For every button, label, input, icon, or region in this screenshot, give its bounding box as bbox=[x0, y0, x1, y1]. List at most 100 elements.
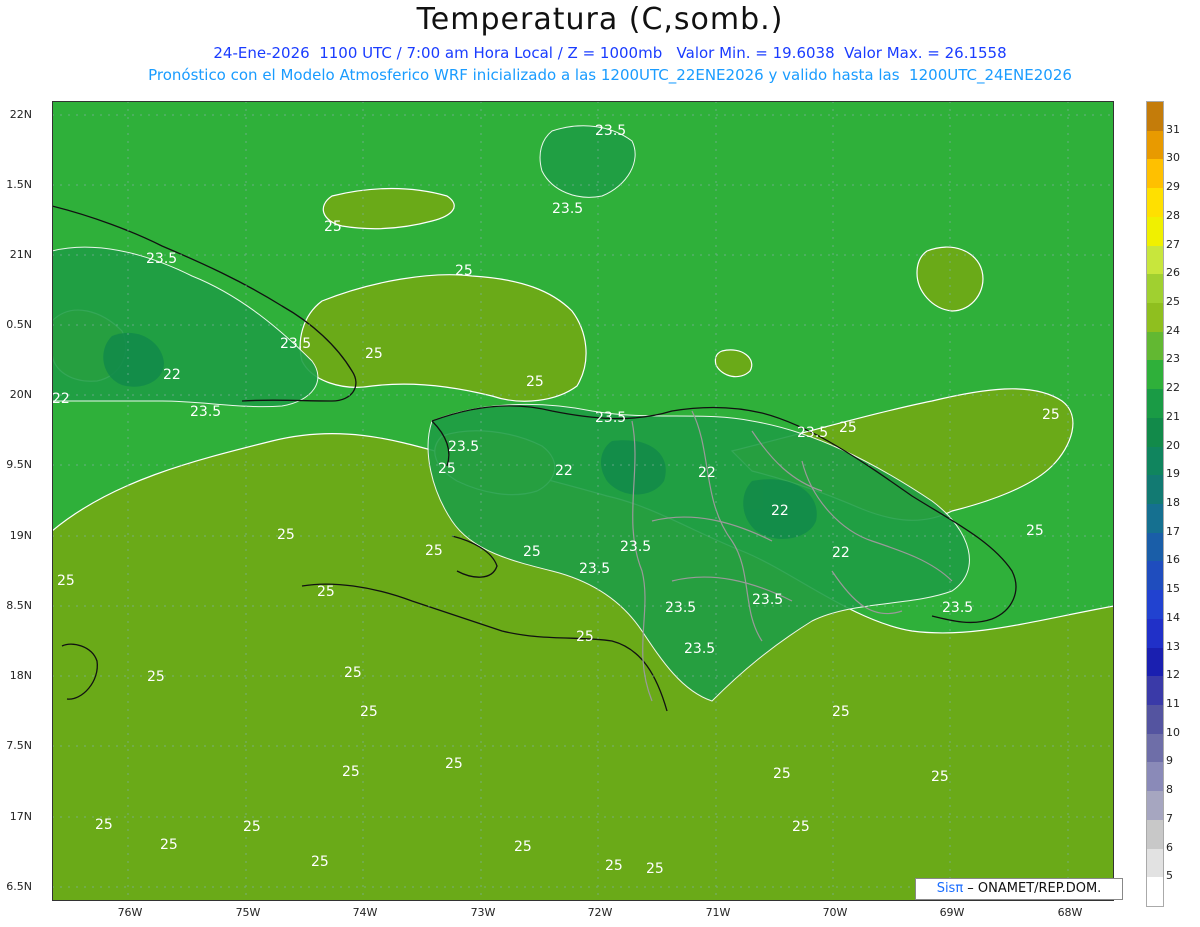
lat-label-17n: 17N bbox=[9, 810, 32, 823]
colorbar-segment bbox=[1147, 446, 1163, 476]
colorbar-label: 30 bbox=[1166, 151, 1180, 165]
contour-label: 25 bbox=[95, 817, 113, 833]
contour-label: 23.5 bbox=[146, 251, 177, 267]
contour-label: 25 bbox=[514, 839, 532, 855]
colorbar-segment bbox=[1147, 590, 1163, 620]
valid-time-line: 24-Ene-2026 1100 UTC / 7:00 am Hora Loca… bbox=[213, 44, 1007, 62]
contour-label: 25 bbox=[360, 704, 378, 720]
contour-label: 25 bbox=[576, 629, 594, 645]
lon-label-71w: 71W bbox=[705, 906, 731, 919]
lat-label-20-5n: 0.5N bbox=[6, 318, 32, 331]
colorbar-segment bbox=[1147, 819, 1163, 850]
lon-label-72w: 72W bbox=[587, 906, 613, 919]
contour-label: 25 bbox=[931, 769, 949, 785]
contour-label: 25 bbox=[646, 861, 664, 877]
contour-label: 25 bbox=[57, 573, 75, 589]
colorbar-label: 31 bbox=[1166, 122, 1180, 136]
colorbar-label: 9 bbox=[1166, 754, 1173, 768]
contour-label: 23.5 bbox=[595, 123, 626, 139]
colorbar-label: 29 bbox=[1166, 180, 1180, 194]
colorbar-segment bbox=[1147, 504, 1163, 534]
colorbar-label: 23 bbox=[1166, 352, 1180, 366]
contour-label: 25 bbox=[526, 374, 544, 390]
contour-label: 23.5 bbox=[665, 600, 696, 616]
colorbar-label: 26 bbox=[1166, 266, 1180, 280]
lat-label-18-5n: 8.5N bbox=[6, 599, 32, 612]
colorbar-label: 24 bbox=[1166, 323, 1180, 337]
contour-label: 22 bbox=[163, 367, 181, 383]
colorbar-segment bbox=[1147, 331, 1163, 361]
colorbar-label: 10 bbox=[1166, 725, 1180, 739]
lon-label-69w: 69W bbox=[939, 906, 965, 919]
map-title: Temperatura (C,somb.) bbox=[416, 2, 784, 37]
lon-label-73w: 73W bbox=[470, 906, 496, 919]
contour-label: 25 bbox=[839, 420, 857, 436]
contour-label: 23.5 bbox=[942, 600, 973, 616]
colorbar-label: 14 bbox=[1166, 610, 1180, 624]
colorbar-label: 5 bbox=[1166, 869, 1173, 883]
contour-label: 22 bbox=[698, 465, 716, 481]
colorbar-label: 15 bbox=[1166, 582, 1180, 596]
lat-label-16-5n: 6.5N bbox=[6, 880, 32, 893]
contour-label: 23.5 bbox=[620, 539, 651, 555]
credit-box: Sisπ – ONAMET/REP.DOM. bbox=[915, 878, 1123, 900]
colorbar-segment bbox=[1147, 676, 1163, 706]
colorbar-segment bbox=[1147, 389, 1163, 419]
contour-label: 25 bbox=[445, 756, 463, 772]
colorbar-segment bbox=[1147, 245, 1163, 275]
contour-label: 23.5 bbox=[797, 425, 828, 441]
colorbar-segment bbox=[1147, 475, 1163, 505]
contour-label: 22 bbox=[771, 503, 789, 519]
colorbar-segment bbox=[1147, 417, 1163, 448]
colorbar-segment bbox=[1147, 877, 1163, 907]
contour-label: 25 bbox=[773, 766, 791, 782]
sispi-logo-text: Sisπ bbox=[936, 881, 964, 896]
lat-label-20n: 20N bbox=[9, 388, 32, 401]
contour-label: 25 bbox=[324, 219, 342, 235]
colorbar-segment bbox=[1147, 705, 1163, 735]
colorbar-segment bbox=[1147, 848, 1163, 878]
contour-label: 23.5 bbox=[448, 439, 479, 455]
lon-label-76w: 76W bbox=[117, 906, 143, 919]
contour-label: 25 bbox=[365, 346, 383, 362]
colorbar-segment bbox=[1147, 791, 1163, 821]
lon-label-74w: 74W bbox=[352, 906, 378, 919]
contour-label: 25 bbox=[438, 461, 456, 477]
lat-label-19-5n: 9.5N bbox=[6, 458, 32, 471]
colorbar-segment bbox=[1147, 216, 1163, 247]
lat-label-17-5n: 7.5N bbox=[6, 739, 32, 752]
contour-label: 23.5 bbox=[684, 641, 715, 657]
contour-label: 25 bbox=[792, 819, 810, 835]
contour-label: 25 bbox=[243, 819, 261, 835]
lon-label-70w: 70W bbox=[822, 906, 848, 919]
contour-label: 22 bbox=[832, 545, 850, 561]
colorbar-label: 28 bbox=[1166, 208, 1180, 222]
colorbar-segment bbox=[1147, 762, 1163, 792]
contour-label: 25 bbox=[605, 858, 623, 874]
contour-label: 23.5 bbox=[552, 201, 583, 217]
contour-label: 25 bbox=[344, 665, 362, 681]
colorbar-segment bbox=[1147, 159, 1163, 189]
colorbar-segment bbox=[1147, 360, 1163, 390]
model-info-line: Pronóstico con el Modelo Atmosferico WRF… bbox=[148, 66, 1072, 84]
lat-label-21-5n: 1.5N bbox=[6, 178, 32, 191]
colorbar-label: 18 bbox=[1166, 496, 1180, 509]
colorbar-label: 6 bbox=[1166, 840, 1173, 854]
colorbar-segment bbox=[1147, 102, 1163, 132]
contour-label: 25 bbox=[1042, 407, 1060, 423]
colorbar-segment bbox=[1147, 303, 1163, 333]
colorbar-label: 7 bbox=[1166, 811, 1173, 825]
contour-label: 25 bbox=[832, 704, 850, 720]
lat-label-22n: 22N bbox=[9, 108, 32, 121]
colorbar-label: 8 bbox=[1166, 783, 1173, 797]
colorbar-label: 16 bbox=[1166, 553, 1180, 567]
lat-label-19n: 19N bbox=[9, 529, 32, 542]
contour-label: 22 bbox=[555, 463, 573, 479]
contour-label: 25 bbox=[342, 764, 360, 780]
temperature-map: 23.5 23.5 25 23.5 25 23.5 25 22 25 22 23… bbox=[52, 101, 1114, 901]
contour-label: 25 bbox=[160, 837, 178, 853]
colorbar-segment bbox=[1147, 130, 1163, 160]
contour-label: 23.5 bbox=[752, 592, 783, 608]
colorbar-label: 17 bbox=[1166, 524, 1180, 538]
colorbar-segment bbox=[1147, 274, 1163, 304]
